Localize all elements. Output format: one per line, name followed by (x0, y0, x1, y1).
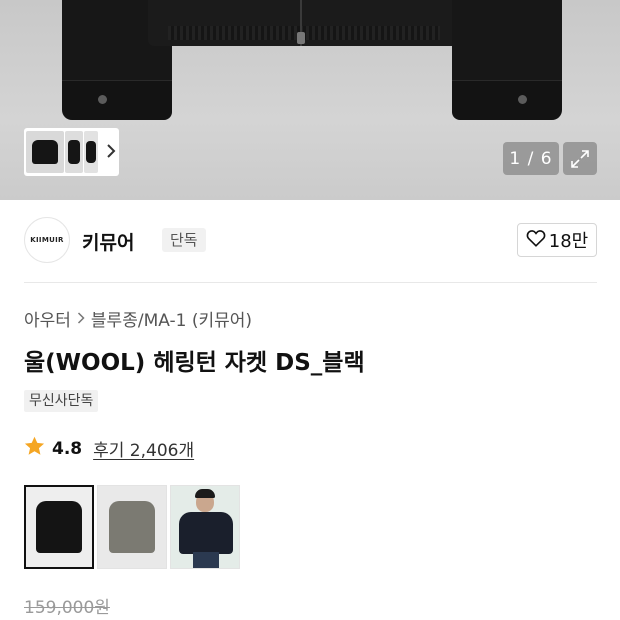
breadcrumb: 아우터 블루종/MA-1 (키뮤어) (24, 306, 252, 331)
product-image-gallery[interactable]: 1 / 6 (0, 0, 620, 200)
color-options (24, 485, 240, 569)
gallery-thumbnail[interactable] (65, 131, 83, 173)
brand-row: KIIMUIR 키뮤어 단독 18만 (24, 216, 597, 264)
option-gray-jacket[interactable] (97, 485, 167, 569)
like-button[interactable]: 18만 (517, 223, 597, 257)
brand-logo[interactable]: KIIMUIR (24, 217, 70, 263)
chevron-right-icon (77, 310, 85, 328)
brand-name[interactable]: 키뮤어 (82, 228, 134, 255)
gallery-thumbnail-strip[interactable] (24, 128, 119, 176)
rating-score: 4.8 (52, 438, 83, 459)
option-black-jacket[interactable] (24, 485, 94, 569)
exclusive-badge: 무신사단독 (24, 390, 99, 412)
heart-icon (526, 229, 546, 252)
brand-logo-text: KIIMUIR (30, 236, 64, 244)
gallery-thumbnail[interactable] (84, 131, 98, 173)
breadcrumb-item[interactable]: 아우터 (24, 306, 71, 331)
breadcrumb-item[interactable]: 블루종/MA-1 (키뮤어) (91, 306, 252, 331)
expand-icon[interactable] (563, 142, 597, 175)
original-price: 159,000원 (24, 598, 110, 618)
review-count-link[interactable]: 후기 2,406개 (93, 436, 194, 461)
jacket-right-sleeve (452, 0, 562, 120)
jacket-hem (148, 0, 460, 46)
chevron-right-icon[interactable] (106, 143, 116, 161)
product-title: 울(WOOL) 헤링턴 자켓 DS_블랙 (24, 350, 365, 376)
brand-exclusive-tag: 단독 (162, 228, 206, 252)
image-counter: 1 / 6 (503, 142, 559, 175)
rating-row: 4.8 후기 2,406개 (24, 436, 194, 461)
gallery-thumbnail[interactable] (26, 131, 64, 173)
divider (24, 282, 597, 283)
like-count: 18만 (548, 231, 589, 252)
option-model-photo[interactable] (170, 485, 240, 569)
star-icon (24, 436, 45, 461)
